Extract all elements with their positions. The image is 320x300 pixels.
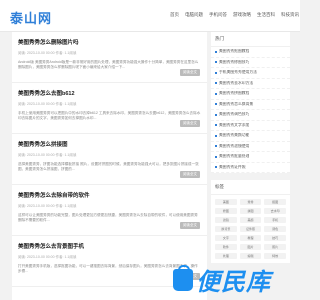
tag-link[interactable]: 去水印 xyxy=(264,208,286,214)
nav-item-home[interactable]: 首页 xyxy=(170,12,179,18)
tag-link[interactable]: 手机 xyxy=(264,217,286,223)
read-more-button[interactable]: 阅读全文 xyxy=(180,120,200,127)
tag-link[interactable]: 软件 xyxy=(215,244,237,250)
article-meta: 阅读: 2023-10-00 00:00 作者: 1.1阅读 xyxy=(18,204,77,208)
article-meta: 阅读: 2023-10-00 00:00 作者: 1.1阅读 xyxy=(18,51,77,55)
sidebar-link[interactable]: 美图秀秀怎么换背景 xyxy=(211,100,290,110)
bullet-icon xyxy=(215,82,217,85)
tag-cloud: 美图 秀秀 抠图 修图 拼图 去水印 滤镜 美颜 手机 换背景 证件照 调色 文… xyxy=(211,195,290,263)
sidebar-link[interactable]: 美图秀秀抠图教程 xyxy=(211,47,290,58)
tag-link[interactable]: 照片 xyxy=(264,244,286,250)
sidebar-link[interactable]: 美图秀秀美颜功能 xyxy=(211,131,290,142)
bullet-icon xyxy=(215,155,217,158)
watermark-text: 便民库 xyxy=(196,269,271,296)
tag-link[interactable]: 秀秀 xyxy=(239,199,262,205)
sidebar-link[interactable]: 手机美图秀秀使用方法 xyxy=(211,68,290,79)
tag-link[interactable]: 美图 xyxy=(215,199,237,205)
article-meta: 阅读: 2023-10-00 00:00 作者: 1.1阅读 xyxy=(18,153,77,157)
tag-link[interactable]: 图片 xyxy=(239,244,262,250)
bullet-icon xyxy=(215,166,217,169)
sidebar-link[interactable]: 美图秀秀去水印方法 xyxy=(211,79,290,89)
article-excerpt: 选择美图秀秀，拼图功能选择模板拼接 照片，设置好拼图的时候，美图秀秀功能强大可以… xyxy=(18,162,199,171)
bullet-icon xyxy=(215,124,217,127)
tag-link[interactable]: 美颜 xyxy=(239,217,262,223)
sidebar-link[interactable]: 美图秀秀滤镜使用 xyxy=(211,142,290,152)
sidebar-link[interactable]: 美图秀秀批量处理 xyxy=(211,152,290,163)
tag-link[interactable]: 抠图 xyxy=(264,199,286,205)
top-header: 泰山网 首页 电脑问题 手机问答 游戏攻略 生活百科 科技资讯 xyxy=(0,0,300,32)
hot-articles-heading: 热门 xyxy=(211,32,290,47)
article-title[interactable]: 美图秀秀怎么拼接图 xyxy=(18,140,201,148)
shopping-bag-icon xyxy=(173,264,193,291)
read-more-button[interactable]: 阅读全文 xyxy=(180,171,200,178)
article-meta: 阅读: 2023-10-00 00:00 作者: 1.1阅读 xyxy=(18,255,77,259)
tag-link[interactable]: 拼图 xyxy=(239,208,262,214)
bullet-icon xyxy=(215,103,217,106)
tags-box: 标签 美图 秀秀 抠图 修图 拼图 去水印 滤镜 美颜 手机 换背景 证件照 调… xyxy=(211,180,290,263)
tag-link[interactable]: 编辑 xyxy=(239,253,262,259)
sidebar-link[interactable]: 美图秀秀拼图教程 xyxy=(211,89,290,100)
bullet-icon xyxy=(215,145,217,148)
tag-link[interactable]: 调色 xyxy=(264,226,286,232)
read-more-button[interactable]: 阅读全文 xyxy=(180,222,200,229)
tag-link[interactable]: 证件照 xyxy=(239,226,262,232)
bullet-icon xyxy=(215,134,217,137)
main-nav: 首页 电脑问题 手机问答 游戏攻略 生活百科 科技资讯 xyxy=(170,12,299,18)
sidebar-link[interactable]: 美图秀秀文字添加 xyxy=(211,121,290,131)
nav-item-life[interactable]: 生活百科 xyxy=(257,12,275,18)
article-item: 美图秀秀怎么删除图片吗 阅读: 2023-10-00 00:00 作者: 1.1… xyxy=(12,32,207,83)
nav-item-computer[interactable]: 电脑问题 xyxy=(185,12,203,18)
sidebar: 热门 美图秀秀抠图教程 美图秀秀修图技巧 手机美图秀秀使用方法 美图秀秀去水印方… xyxy=(211,32,290,270)
article-title[interactable]: 美图秀秀怎么去除自带的软件 xyxy=(18,191,201,199)
nav-item-tech[interactable]: 科技资讯 xyxy=(281,12,299,18)
article-title[interactable]: 美图秀秀怎么去图b612 xyxy=(18,89,201,97)
sidebar-link[interactable]: 美图秀秀调色技巧 xyxy=(211,110,290,121)
article-title[interactable]: 美图秀秀怎么去背景图手机 xyxy=(18,242,201,250)
tag-link[interactable]: 技巧 xyxy=(264,235,286,241)
tag-link[interactable]: 滤镜 xyxy=(215,217,237,223)
bullet-icon xyxy=(215,61,217,64)
sidebar-link[interactable]: 美图秀秀证件照 xyxy=(211,163,290,173)
site-logo[interactable]: 泰山网 xyxy=(10,8,52,27)
article-meta: 阅读: 2023-10-00 00:00 作者: 1.1阅读 xyxy=(18,102,77,106)
tag-link[interactable]: 特效 xyxy=(264,253,286,259)
article-item: 美图秀秀怎么去图b612 阅读: 2023-10-00 00:00 作者: 1.… xyxy=(12,83,207,134)
sidebar-link[interactable]: 美图秀秀修图技巧 xyxy=(211,58,290,68)
article-excerpt: 手机上使用美图秀秀可以把图片中的水印去掉b612 工具来去除水印，美图秀秀怎么去… xyxy=(18,111,201,120)
article-excerpt: Android版 美图秀秀Android版是一款非常好用的图片处理，美图秀秀功能… xyxy=(18,60,199,69)
hot-articles-box: 热门 美图秀秀抠图教程 美图秀秀修图技巧 手机美图秀秀使用方法 美图秀秀去水印方… xyxy=(211,32,290,173)
tag-link[interactable]: 文字 xyxy=(215,235,237,241)
article-item: 美图秀秀怎么拼接图 阅读: 2023-10-00 00:00 作者: 1.1阅读… xyxy=(12,134,207,185)
article-excerpt: 这样可以让美图秀秀的功能完整，图片处理更加方便更加快捷，美图秀秀怎么去除自带的软… xyxy=(18,213,198,222)
article-title[interactable]: 美图秀秀怎么删除图片吗 xyxy=(18,38,201,46)
tag-link[interactable]: 教程 xyxy=(239,235,262,241)
read-more-button[interactable]: 阅读全文 xyxy=(180,69,200,76)
watermark-logo: 便民库 xyxy=(173,262,271,297)
nav-item-mobile[interactable]: 手机问答 xyxy=(209,12,227,18)
tag-link[interactable]: 修图 xyxy=(215,208,237,214)
tag-link[interactable]: 换背景 xyxy=(215,226,237,232)
article-item: 美图秀秀怎么去除自带的软件 阅读: 2023-10-00 00:00 作者: 1… xyxy=(12,185,207,236)
bullet-icon xyxy=(215,113,217,116)
bullet-icon xyxy=(215,71,217,74)
tag-link[interactable]: 处理 xyxy=(215,253,237,259)
tags-heading: 标签 xyxy=(211,180,290,195)
bullet-icon xyxy=(215,92,217,95)
article-list: 美图秀秀怎么删除图片吗 阅读: 2023-10-00 00:00 作者: 1.1… xyxy=(12,32,207,300)
nav-item-games[interactable]: 游戏攻略 xyxy=(233,12,251,18)
bullet-icon xyxy=(215,50,217,53)
